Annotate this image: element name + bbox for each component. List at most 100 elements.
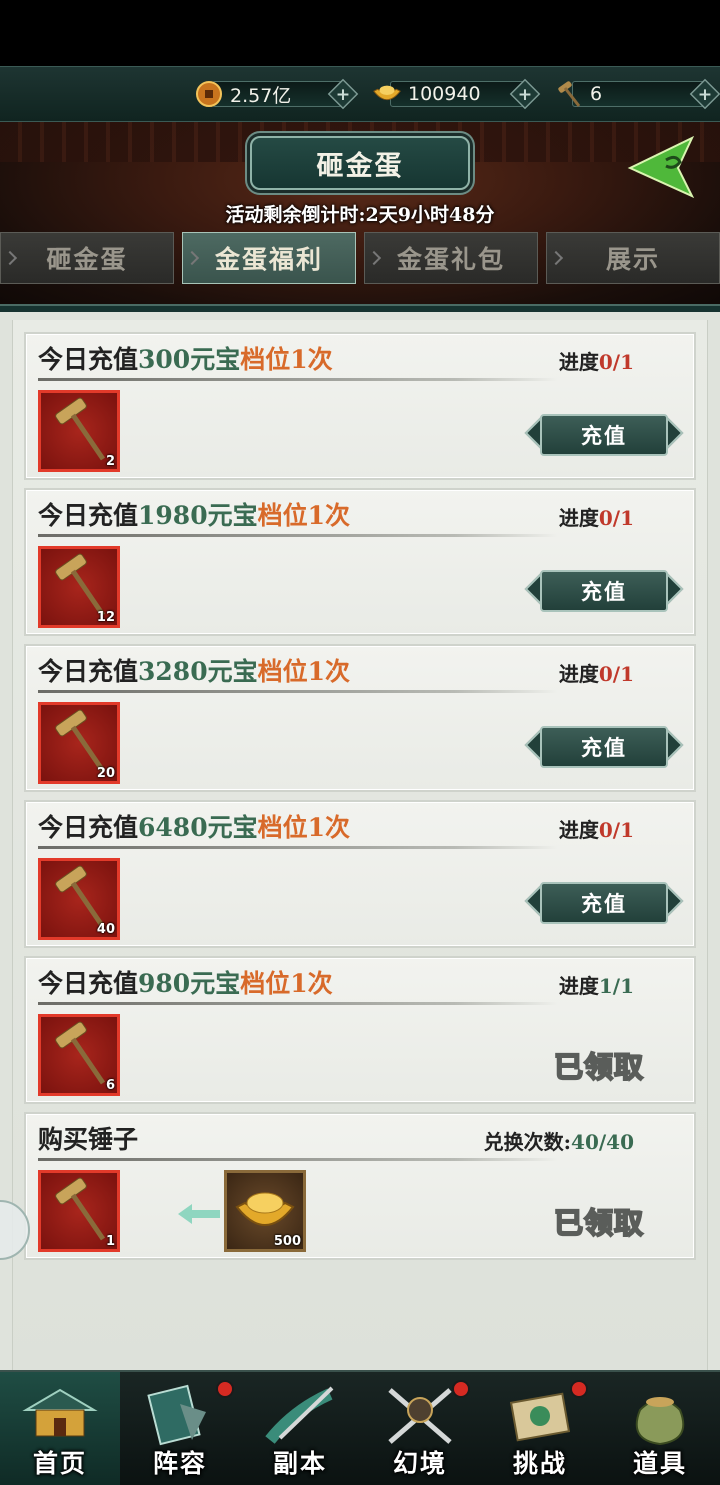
treasure-bag-icon — [635, 1397, 685, 1446]
back-button[interactable] — [626, 132, 706, 202]
task-prefix: 今日充值 — [38, 657, 139, 686]
exchange-count-text: 兑换次数:40/40 — [484, 1126, 634, 1155]
exchange-arrow-icon — [178, 1204, 220, 1224]
progress-text: 进度0/1 — [559, 814, 634, 843]
nav-label: 首页 — [32, 1449, 87, 1478]
nav-label: 幻境 — [392, 1449, 447, 1478]
task-title: 今日充值6480元宝档位1次 — [38, 808, 350, 844]
hammer-reward-item[interactable]: 40 — [38, 858, 120, 940]
item-count: 500 — [273, 1234, 301, 1249]
task-amount: 980元宝 — [138, 969, 241, 998]
hammer-reward-item[interactable]: 20 — [38, 702, 120, 784]
header-banner: 砸金蛋 活动剩余倒计时:2天9小时48分 砸金蛋 金蛋福利 金蛋礼包 展示 — [0, 122, 720, 312]
back-arrow-icon — [627, 135, 695, 199]
tab-label: 金蛋福利 — [214, 245, 323, 274]
button-body: 充值 — [540, 414, 668, 456]
task-suffix: 档位1次 — [257, 813, 351, 842]
page-title: 砸金蛋 — [316, 150, 404, 182]
recharge-label: 充值 — [581, 735, 627, 760]
nav-label: 阵容 — [152, 1449, 207, 1478]
tab-display[interactable]: 展示 — [546, 232, 720, 284]
progress-label: 进度 — [558, 506, 599, 530]
tab-bar: 砸金蛋 金蛋福利 金蛋礼包 展示 — [0, 232, 720, 288]
notification-badge — [452, 1380, 470, 1398]
tab-label: 砸金蛋 — [46, 245, 128, 274]
item-count: 6 — [105, 1078, 115, 1093]
progress-label: 进度 — [558, 974, 599, 998]
task-prefix: 今日充值 — [38, 501, 139, 530]
resource-bar: 2.57亿 + 100940 + 6 + — [0, 66, 720, 122]
claimed-status: 已领取 — [553, 1049, 645, 1085]
nav-label: 副本 — [272, 1449, 327, 1478]
button-body: 充值 — [540, 726, 668, 768]
task-prefix: 今日充值 — [38, 813, 139, 842]
recharge-button[interactable]: 充值 — [524, 726, 684, 768]
hammer-reward-item[interactable]: 1 — [38, 1170, 120, 1252]
lineup-book-icon — [147, 1384, 206, 1446]
recharge-button[interactable]: 充值 — [524, 570, 684, 612]
recharge-task-card: 今日充值6480元宝档位1次 进度0/1 40 充值 — [24, 800, 696, 948]
chevron-icon — [2, 250, 18, 266]
divider — [38, 1158, 558, 1161]
item-count: 2 — [105, 454, 115, 469]
progress-value: 0/1 — [598, 350, 634, 374]
sword-icon — [265, 1386, 334, 1444]
progress-text: 进度1/1 — [559, 970, 634, 999]
nav-items[interactable]: 道具 — [600, 1372, 720, 1485]
divider — [38, 378, 558, 381]
tab-egg-gift[interactable]: 金蛋礼包 — [364, 232, 538, 284]
chevron-icon — [548, 250, 564, 266]
nav-challenge[interactable]: 挑战 — [480, 1372, 600, 1485]
nav-label: 道具 — [632, 1449, 687, 1478]
task-title: 今日充值980元宝档位1次 — [38, 964, 333, 1000]
gold-ingot-cost-item[interactable]: 500 — [224, 1170, 306, 1252]
task-title: 今日充值3280元宝档位1次 — [38, 652, 350, 688]
divider — [38, 846, 558, 849]
plus-icon: + — [335, 83, 351, 105]
progress-label: 进度 — [558, 818, 599, 842]
copper-coin-icon — [194, 79, 224, 109]
nav-lineup[interactable]: 阵容 — [120, 1372, 240, 1485]
recharge-button[interactable]: 充值 — [524, 414, 684, 456]
task-prefix: 今日充值 — [38, 345, 139, 374]
progress-value: 0/1 — [598, 662, 634, 686]
copper-resource: 2.57亿 + — [194, 78, 359, 110]
recharge-label: 充值 — [581, 423, 627, 448]
hammer-reward-item[interactable]: 2 — [38, 390, 120, 472]
nav-home[interactable]: 首页 — [0, 1372, 120, 1485]
copper-value: 2.57亿 — [230, 84, 292, 107]
gold-resource: 100940 + — [372, 78, 541, 110]
exchange-value: 40/40 — [571, 1130, 634, 1154]
task-suffix: 档位1次 — [240, 345, 333, 374]
task-prefix: 今日充值 — [38, 969, 139, 998]
title-plaque: 砸金蛋 — [250, 136, 470, 190]
divider — [38, 534, 558, 537]
hammer-reward-item[interactable]: 6 — [38, 1014, 120, 1096]
recharge-label: 充值 — [581, 579, 627, 604]
task-amount: 1980元宝 — [138, 501, 258, 530]
recharge-task-card: 今日充值300元宝档位1次 进度0/1 2 充值 — [24, 332, 696, 480]
nav-label: 挑战 — [512, 1449, 567, 1478]
progress-text: 进度0/1 — [559, 346, 634, 375]
gold-ingot-icon — [372, 79, 402, 109]
tab-egg-welfare[interactable]: 金蛋福利 — [182, 232, 356, 284]
notification-badge — [216, 1380, 234, 1398]
divider — [38, 690, 558, 693]
progress-text: 进度0/1 — [559, 502, 634, 531]
task-amount: 3280元宝 — [138, 657, 258, 686]
crossed-swords-icon — [388, 1388, 452, 1444]
hammer-resource: 6 + — [554, 78, 720, 110]
task-suffix: 档位1次 — [240, 969, 333, 998]
nav-dungeon[interactable]: 副本 — [240, 1372, 360, 1485]
hammer-reward-item[interactable]: 12 — [38, 546, 120, 628]
progress-value: 0/1 — [598, 818, 634, 842]
task-title: 今日充值300元宝档位1次 — [38, 340, 333, 376]
recharge-task-card: 今日充值980元宝档位1次 进度1/1 6 已领取 — [24, 956, 696, 1104]
recharge-button[interactable]: 充值 — [524, 882, 684, 924]
task-title: 今日充值1980元宝档位1次 — [38, 496, 350, 532]
button-body: 充值 — [540, 570, 668, 612]
nav-illusion[interactable]: 幻境 — [360, 1372, 480, 1485]
chevron-icon — [366, 250, 382, 266]
hammer-value: 6 — [590, 83, 603, 105]
tab-smash-egg[interactable]: 砸金蛋 — [0, 232, 174, 284]
